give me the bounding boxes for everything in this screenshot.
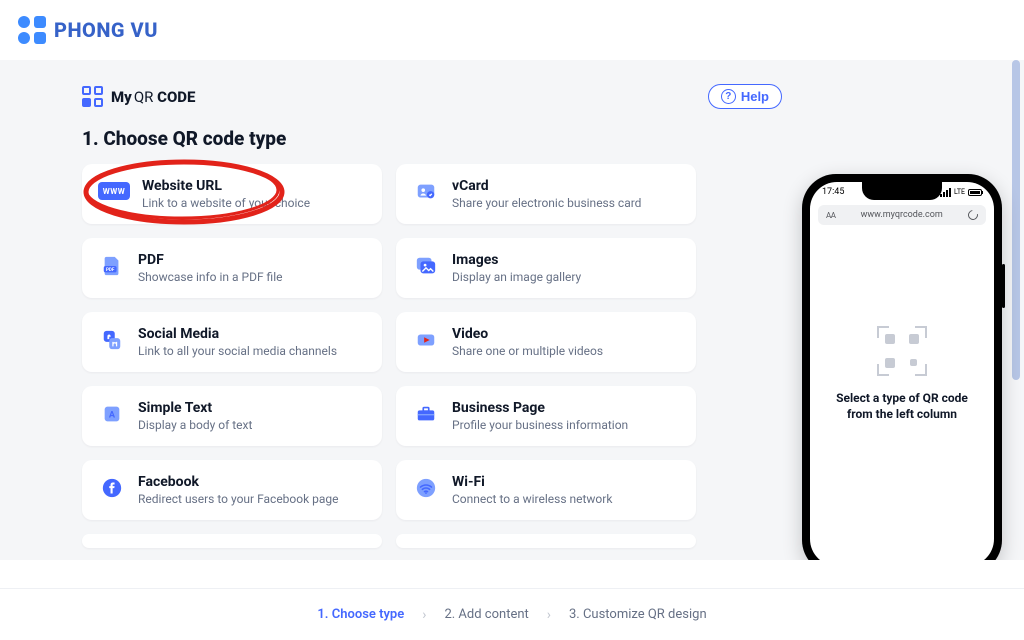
section-title: 1. Choose QR code type	[82, 127, 1002, 150]
briefcase-icon	[412, 400, 440, 428]
video-icon	[412, 326, 440, 354]
card-simple-text[interactable]: A Simple Text Display a body of text	[82, 386, 382, 446]
card-title: Images	[452, 252, 581, 268]
card-subtitle: Link to a website of your choice	[142, 196, 310, 210]
step-customize-design[interactable]: 3. Customize QR design	[569, 607, 707, 622]
card-overflow[interactable]	[396, 534, 696, 548]
brand-middle: QR	[134, 88, 154, 106]
phong-vu-logo-text: PHONG VU	[54, 18, 158, 42]
card-wifi[interactable]: Wi-Fi Connect to a wireless network	[396, 460, 696, 520]
globe-www-icon: WWW	[98, 182, 130, 200]
brand-text: MyQR CODE	[111, 88, 195, 106]
wizard-footer: 1. Choose type › 2. Add content › 3. Cus…	[0, 588, 1024, 640]
card-pdf[interactable]: PDF PDF Showcase info in a PDF file	[82, 238, 382, 298]
text-icon: A	[98, 400, 126, 428]
card-subtitle: Redirect users to your Facebook page	[138, 492, 339, 506]
svg-text:PDF: PDF	[106, 267, 115, 273]
phone-message: Select a type of QR code from the left c…	[826, 390, 978, 422]
phong-vu-logo[interactable]: PHONG VU	[18, 16, 158, 44]
card-title: Wi-Fi	[452, 474, 612, 490]
pdf-icon: PDF	[98, 252, 126, 280]
chevron-right-icon: ›	[547, 607, 551, 623]
social-icon	[98, 326, 126, 354]
help-label: Help	[741, 89, 769, 104]
qr-logo-icon	[82, 86, 103, 107]
facebook-icon	[98, 474, 126, 502]
images-icon	[412, 252, 440, 280]
help-icon: ?	[721, 89, 736, 104]
card-subtitle: Share your electronic business card	[452, 196, 641, 210]
card-title: Business Page	[452, 400, 628, 416]
myqrcode-brand[interactable]: MyQR CODE	[82, 86, 195, 107]
card-website-url[interactable]: WWW Website URL Link to a website of you…	[82, 164, 382, 224]
site-header: PHONG VU	[0, 0, 1024, 60]
scrollbar[interactable]	[1012, 60, 1020, 380]
card-title: Simple Text	[138, 400, 252, 416]
card-title: vCard	[452, 178, 641, 194]
brand-suffix: CODE	[157, 88, 195, 106]
card-overflow[interactable]	[82, 534, 382, 548]
phone-screen-body: Select a type of QR code from the left c…	[810, 182, 994, 560]
content-area: MyQR CODE ? Help 1. Choose QR code type …	[82, 84, 1002, 548]
card-business-page[interactable]: Business Page Profile your business info…	[396, 386, 696, 446]
card-subtitle: Display a body of text	[138, 418, 252, 432]
qr-placeholder-icon	[877, 326, 927, 376]
card-subtitle: Profile your business information	[452, 418, 628, 432]
wifi-icon	[412, 474, 440, 502]
card-subtitle: Showcase info in a PDF file	[138, 270, 283, 284]
card-social-media[interactable]: Social Media Link to all your social med…	[82, 312, 382, 372]
card-title: PDF	[138, 252, 283, 268]
card-title: Video	[452, 326, 603, 342]
help-button[interactable]: ? Help	[708, 84, 782, 109]
card-title: Facebook	[138, 474, 339, 490]
brand-prefix: My	[111, 88, 132, 106]
phong-vu-logo-mark	[18, 16, 46, 44]
card-subtitle: Display an image gallery	[452, 270, 581, 284]
card-subtitle: Share one or multiple videos	[452, 344, 603, 358]
card-title: Social Media	[138, 326, 337, 342]
card-subtitle: Link to all your social media channels	[138, 344, 337, 358]
card-title: Website URL	[142, 178, 310, 194]
card-video[interactable]: Video Share one or multiple videos	[396, 312, 696, 372]
step-choose-type[interactable]: 1. Choose type	[317, 607, 404, 622]
svg-text:A: A	[109, 411, 116, 421]
chevron-right-icon: ›	[422, 607, 426, 623]
card-vcard[interactable]: vCard Share your electronic business car…	[396, 164, 696, 224]
phone-side-button	[1002, 264, 1005, 308]
phone-preview: 17:45 LTE AA www.myqrcode.com	[802, 174, 1002, 560]
card-subtitle: Connect to a wireless network	[452, 492, 612, 506]
phone-screen: 17:45 LTE AA www.myqrcode.com	[810, 182, 994, 560]
step-add-content[interactable]: 2. Add content	[444, 607, 528, 622]
card-facebook[interactable]: Facebook Redirect users to your Facebook…	[82, 460, 382, 520]
card-images[interactable]: Images Display an image gallery	[396, 238, 696, 298]
page-body: MyQR CODE ? Help 1. Choose QR code type …	[0, 60, 1024, 560]
brand-row: MyQR CODE ? Help	[82, 84, 1002, 109]
vcard-icon	[412, 178, 440, 206]
